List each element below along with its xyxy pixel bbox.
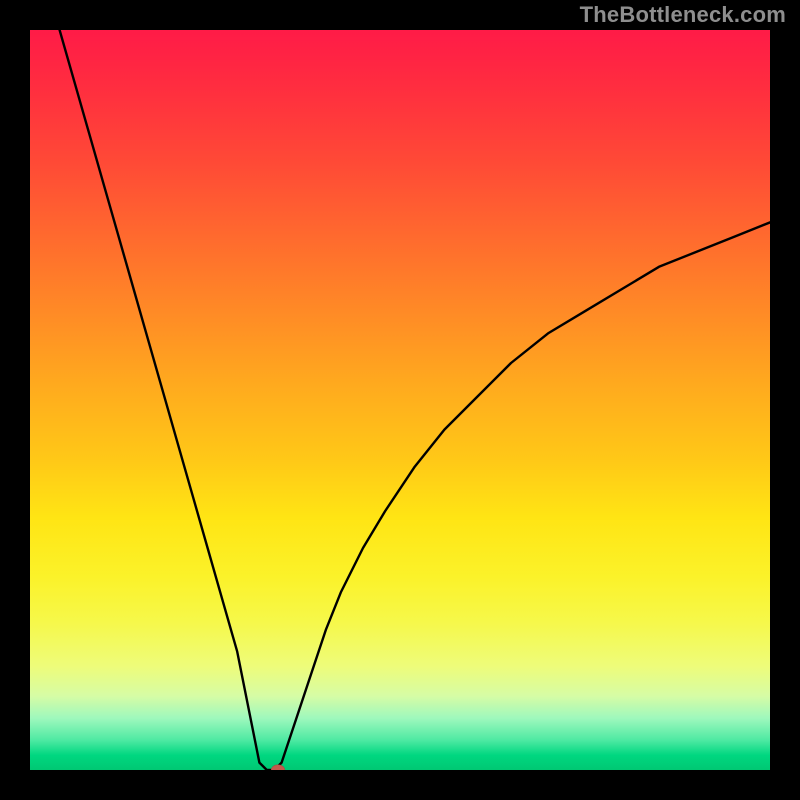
watermark-text: TheBottleneck.com [580, 2, 786, 28]
bottleneck-curve [30, 30, 770, 770]
plot-area [30, 30, 770, 770]
optimal-marker [271, 765, 285, 771]
curve-path [60, 30, 770, 770]
chart-frame: TheBottleneck.com [0, 0, 800, 800]
